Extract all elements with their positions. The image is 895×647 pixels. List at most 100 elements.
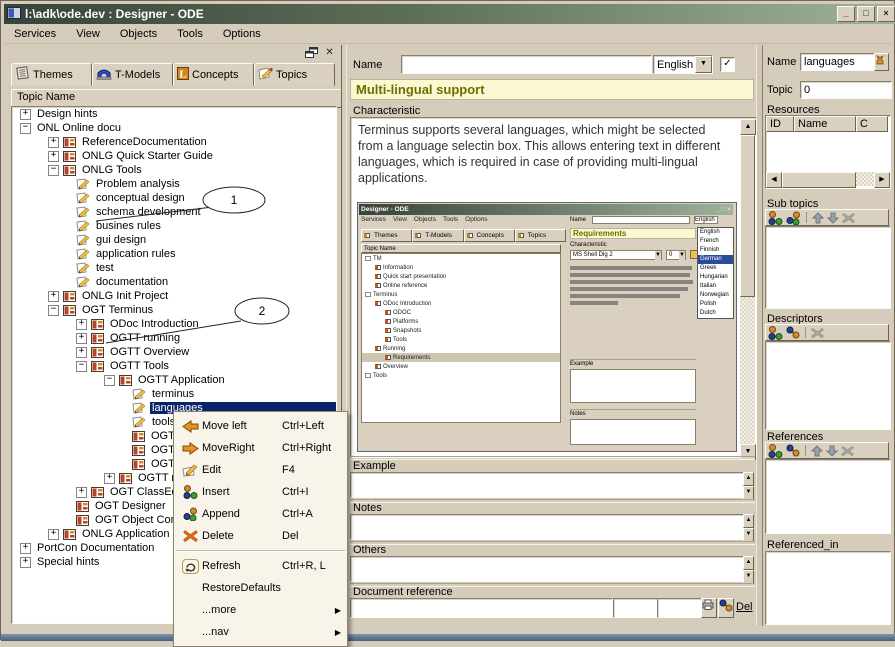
scroll-left-icon[interactable]: ◀ (766, 172, 782, 188)
menu-item-view[interactable]: View (66, 26, 110, 42)
tree-item-ogtt-running[interactable]: +OGTT running (12, 331, 336, 345)
tree-item-problem-analysis[interactable]: Problem analysis (12, 177, 336, 191)
others-spinner[interactable]: ▲▼ (743, 556, 754, 584)
example-spinner[interactable]: ▲▼ (743, 472, 754, 500)
tree-item-busines-rules[interactable]: busines rules (12, 219, 336, 233)
tree-item-application-rules[interactable]: application rules (12, 247, 336, 261)
collapse-minus-icon[interactable]: − (48, 165, 59, 176)
delete-gray-icon[interactable] (811, 327, 824, 339)
tree-item-conceptual-design[interactable]: conceptual design (12, 191, 336, 205)
delete-gray-icon[interactable] (842, 212, 855, 224)
scrollbar-track[interactable] (856, 172, 874, 186)
notes-spinner[interactable]: ▲▼ (743, 514, 754, 542)
tree-item-design-hints[interactable]: +Design hints (12, 107, 336, 121)
up-icon[interactable] (812, 212, 824, 224)
context-menu-item-move-left[interactable]: Move leftCtrl+Left (174, 415, 347, 437)
language-select[interactable]: English ▼ (653, 55, 713, 74)
scrollbar-thumb[interactable] (740, 135, 755, 297)
tree-item-onlg-tools[interactable]: −ONLG Tools (12, 163, 336, 177)
context-menu-item-refresh[interactable]: RefreshCtrl+R, L (174, 555, 347, 577)
delete-reference-button[interactable]: Del (736, 601, 753, 613)
tree-item-ogtt-tools[interactable]: −OGTT Tools (12, 359, 336, 373)
example-field[interactable] (350, 472, 744, 498)
insert-icon[interactable] (768, 211, 783, 225)
dock-close-icon[interactable]: ✕ (322, 47, 337, 60)
tree-item-referencedocumentation[interactable]: +ReferenceDocumentation (12, 135, 336, 149)
tree-item-ogt-terminus[interactable]: −OGT Terminus (12, 303, 336, 317)
collapse-minus-icon[interactable]: − (76, 361, 87, 372)
resources-column-name[interactable]: Name (794, 116, 856, 132)
delete-gray-icon[interactable] (841, 445, 854, 457)
expand-plus-icon[interactable]: + (48, 137, 59, 148)
characteristic-scrollbar[interactable]: ▲ ▼ (740, 119, 755, 455)
scrollbar-track[interactable] (740, 297, 755, 444)
expand-plus-icon[interactable]: + (48, 529, 59, 540)
sidebar-splitter[interactable] (756, 45, 763, 626)
resources-table[interactable]: IDNameC ◀ ▶ (765, 115, 891, 189)
collapse-minus-icon[interactable]: − (20, 123, 31, 134)
context-menu-item--more[interactable]: ...more▶ (174, 599, 347, 621)
language-checkbox[interactable]: ✓ (720, 57, 735, 72)
context-menu-item-restoredefaults[interactable]: RestoreDefaults (174, 577, 347, 599)
expand-plus-icon[interactable]: + (76, 487, 87, 498)
context-menu-item-moveright[interactable]: MoveRightCtrl+Right (174, 437, 347, 459)
expand-plus-icon[interactable]: + (20, 109, 31, 120)
referenced-in-list[interactable] (765, 551, 891, 625)
sidebar-name-input[interactable] (800, 53, 876, 71)
tree-item-ogtt-overview[interactable]: +OGTT Overview (12, 345, 336, 359)
tree-item-onlg-quick-starter-guide[interactable]: +ONLG Quick Starter Guide (12, 149, 336, 163)
append-icon[interactable] (786, 211, 801, 225)
expand-plus-icon[interactable]: + (20, 557, 31, 568)
menu-item-options[interactable]: Options (213, 26, 271, 42)
sub-topics-list[interactable] (765, 226, 891, 309)
document-reference-input[interactable] (350, 598, 613, 618)
others-field[interactable] (350, 556, 744, 582)
insert-icon[interactable] (768, 326, 783, 340)
characteristic-editor[interactable]: Terminus supports several languages, whi… (350, 117, 757, 458)
tree-item-onlg-init-project[interactable]: +ONLG Init Project (12, 289, 336, 303)
tab-concepts[interactable]: LConcepts (173, 63, 254, 86)
references-list[interactable] (765, 459, 891, 534)
float-window-icon[interactable] (304, 47, 319, 60)
expand-plus-icon[interactable]: + (76, 333, 87, 344)
context-menu-item-insert[interactable]: InsertCtrl+I (174, 481, 347, 503)
link-icon[interactable] (786, 326, 800, 339)
tree-item-terminus[interactable]: terminus (12, 387, 336, 401)
resources-column-id[interactable]: ID (766, 116, 794, 132)
topic-name-input[interactable] (401, 55, 652, 74)
tab-t-models[interactable]: T-Models (92, 63, 173, 86)
minimize-button[interactable]: _ (837, 6, 855, 22)
tree-item-documentation[interactable]: documentation (12, 275, 336, 289)
tree-item-ogtt-application[interactable]: −OGTT Application (12, 373, 336, 387)
menu-item-tools[interactable]: Tools (167, 26, 213, 42)
collapse-minus-icon[interactable]: − (104, 375, 115, 386)
tree-item-odoc-introduction[interactable]: +ODoc Introduction (12, 317, 336, 331)
context-menu-item-delete[interactable]: DeleteDel (174, 525, 347, 547)
tree-item-schema-development[interactable]: schema development (12, 205, 336, 219)
expand-plus-icon[interactable]: + (104, 473, 115, 484)
down-icon[interactable] (826, 445, 838, 457)
menu-item-services[interactable]: Services (4, 26, 66, 42)
printer-icon[interactable] (701, 598, 717, 618)
insert-icon[interactable] (768, 444, 783, 458)
resources-hscrollbar[interactable]: ◀ ▶ (766, 172, 890, 186)
resources-column-c[interactable]: C (856, 116, 888, 132)
scrollbar-thumb[interactable] (782, 172, 856, 188)
scroll-up-icon[interactable]: ▲ (740, 119, 756, 135)
scroll-right-icon[interactable]: ▶ (874, 172, 890, 188)
context-menu-item-append[interactable]: AppendCtrl+A (174, 503, 347, 525)
chevron-down-icon[interactable]: ▼ (695, 56, 712, 73)
expand-plus-icon[interactable]: + (76, 347, 87, 358)
menu-item-objects[interactable]: Objects (110, 26, 167, 42)
maximize-button[interactable]: □ (857, 6, 875, 22)
expand-plus-icon[interactable]: + (76, 319, 87, 330)
down-icon[interactable] (827, 212, 839, 224)
close-button[interactable]: × (877, 6, 895, 22)
link-icon[interactable] (786, 444, 800, 457)
descriptors-list[interactable] (765, 341, 891, 430)
up-icon[interactable] (811, 445, 823, 457)
expand-plus-icon[interactable]: + (48, 291, 59, 302)
tree-item-onl-online-docu[interactable]: −ONL Online docu (12, 121, 336, 135)
notes-field[interactable] (350, 514, 744, 540)
tab-themes[interactable]: Themes (11, 63, 92, 86)
